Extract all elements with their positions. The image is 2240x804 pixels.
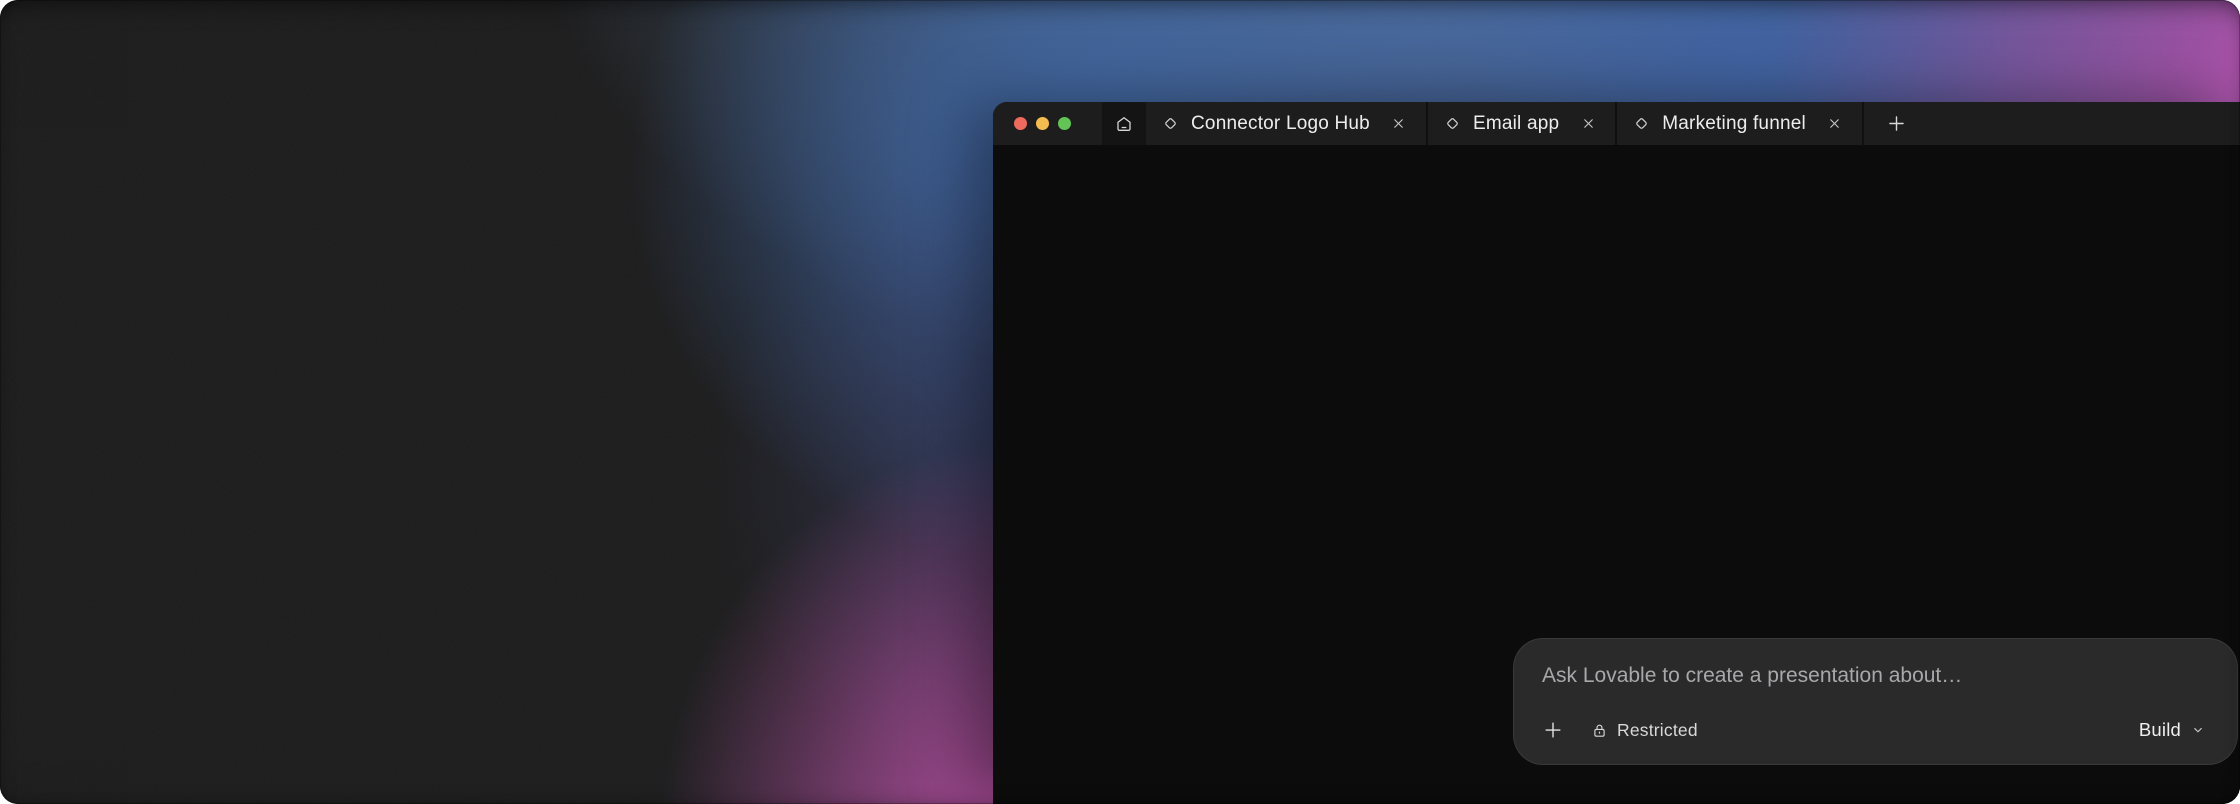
plus-icon <box>1886 113 1907 134</box>
close-icon <box>1827 116 1842 131</box>
tab-connector-logo-hub[interactable]: Connector Logo Hub <box>1146 102 1428 145</box>
diamond-icon <box>1162 115 1179 132</box>
home-icon <box>1115 115 1133 133</box>
prompt-box: Restricted Build <box>1513 638 2238 765</box>
tab-email-app[interactable]: Email app <box>1428 102 1617 145</box>
privacy-button[interactable]: Restricted <box>1591 720 1698 741</box>
diamond-icon <box>1633 115 1650 132</box>
minimize-window-button[interactable] <box>1036 117 1049 130</box>
tab-bar: Connector Logo Hub Email app <box>993 102 2240 145</box>
close-window-button[interactable] <box>1014 117 1027 130</box>
traffic-lights <box>993 102 1071 145</box>
tab-home[interactable] <box>1102 102 1146 145</box>
privacy-label: Restricted <box>1617 720 1698 741</box>
tab-marketing-funnel[interactable]: Marketing funnel <box>1617 102 1864 145</box>
mode-selector[interactable]: Build <box>2139 719 2205 741</box>
tab-label: Email app <box>1473 113 1559 135</box>
close-icon <box>1391 116 1406 131</box>
app-window: Connector Logo Hub Email app <box>993 102 2240 804</box>
editor-canvas: Restricted Build <box>993 145 2240 804</box>
tab-label: Marketing funnel <box>1662 113 1806 135</box>
lock-icon <box>1591 722 1608 739</box>
close-icon <box>1581 116 1596 131</box>
tab-label: Connector Logo Hub <box>1191 113 1370 135</box>
zoom-window-button[interactable] <box>1058 117 1071 130</box>
prompt-input[interactable] <box>1542 661 2209 691</box>
mode-label: Build <box>2139 719 2181 741</box>
chevron-down-icon <box>2191 723 2205 737</box>
prompt-actions: Restricted Build <box>1542 716 2205 744</box>
new-tab-button[interactable] <box>1874 102 1920 145</box>
attach-button[interactable] <box>1542 719 1564 741</box>
close-tab-button[interactable] <box>1388 113 1410 135</box>
close-tab-button[interactable] <box>1577 113 1599 135</box>
screenshot-frame: Connector Logo Hub Email app <box>0 0 2240 804</box>
plus-icon <box>1542 719 1564 741</box>
diamond-icon <box>1444 115 1461 132</box>
close-tab-button[interactable] <box>1824 113 1846 135</box>
